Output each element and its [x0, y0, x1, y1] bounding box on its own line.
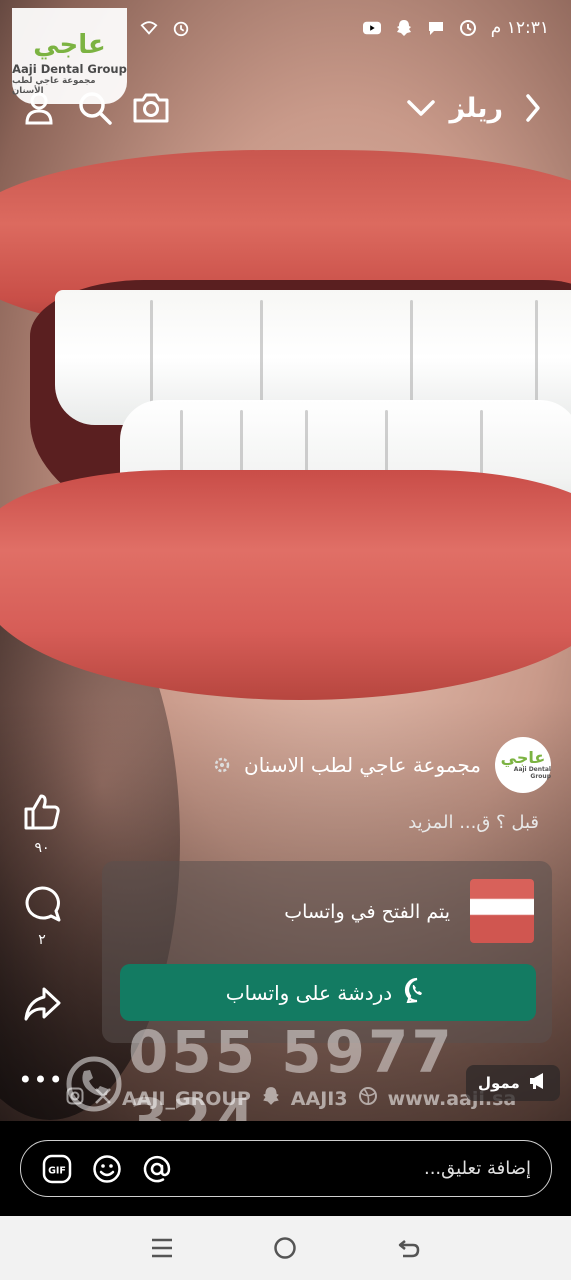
reels-title-label: ريلز — [449, 92, 504, 124]
back-arrow-icon[interactable] — [513, 89, 551, 127]
whatsapp-chat-label: دردشة على واتساب — [225, 980, 393, 1005]
back-icon[interactable] — [389, 1228, 429, 1268]
like-icon[interactable] — [20, 790, 64, 834]
status-left — [140, 19, 190, 37]
post-author[interactable]: عاجي Aaji Dental Group مجموعة عاجي لطب ا… — [214, 737, 551, 793]
more-options-icon[interactable]: ••• — [18, 1065, 62, 1095]
watermark-snap: AAJI3 — [290, 1087, 348, 1110]
camera-icon[interactable] — [132, 89, 170, 127]
home-icon[interactable] — [265, 1228, 305, 1268]
watermark-handle: AAJI_GROUP — [122, 1087, 251, 1110]
lower-lip — [0, 470, 571, 700]
share-icon[interactable] — [20, 982, 64, 1026]
author-name[interactable]: مجموعة عاجي لطب الاسنان — [244, 753, 481, 777]
website-icon — [358, 1086, 378, 1111]
megaphone-icon — [528, 1072, 548, 1094]
like-count: ٩٠ — [34, 840, 50, 856]
chat-icon — [427, 19, 445, 37]
mention-icon[interactable] — [141, 1153, 173, 1185]
ad-thumbnail — [470, 879, 534, 943]
clock-icon — [459, 19, 477, 37]
recent-apps-icon[interactable] — [142, 1228, 182, 1268]
avatar-mark: عاجي — [500, 748, 546, 767]
gif-icon[interactable]: GIF — [41, 1153, 73, 1185]
profile-icon[interactable] — [20, 89, 58, 127]
comment-bar: GIF إضافة تعليق... — [0, 1121, 571, 1216]
reel-actions: ٩٠ ٢ — [18, 790, 66, 1026]
comment-icons: GIF — [41, 1153, 173, 1185]
comment-input[interactable]: GIF إضافة تعليق... — [20, 1140, 552, 1197]
snapchat-icon — [395, 19, 413, 37]
whatsapp-chat-button[interactable]: دردشة على واتساب — [120, 964, 536, 1021]
alarm-icon — [172, 19, 190, 37]
wifi-icon — [140, 19, 158, 37]
sponsored-badge[interactable]: ممول — [466, 1065, 560, 1101]
instagram-icon — [66, 1087, 84, 1110]
reels-title[interactable]: ريلز — [402, 89, 552, 127]
snapchat-ghost-icon — [261, 1086, 281, 1111]
logo-name-en: Aaji Dental Group — [12, 62, 127, 76]
avatar-name: Aaji Dental Group — [513, 766, 551, 780]
post-caption[interactable]: قبل ؟ ق... المزيد — [408, 812, 539, 833]
whatsapp-info-text: يتم الفتح في واتساب — [284, 901, 450, 923]
top-nav: ريلز — [0, 82, 571, 134]
android-nav-bar — [0, 1216, 571, 1280]
search-icon[interactable] — [76, 89, 114, 127]
comment-placeholder: إضافة تعليق... — [423, 1158, 531, 1179]
whatsapp-icon — [404, 977, 430, 1008]
status-time: ١٢:٣١ م — [490, 18, 549, 38]
sponsored-label: ممول — [478, 1074, 520, 1092]
avatar[interactable]: عاجي Aaji Dental Group — [495, 737, 551, 793]
logo-mark: عاجي — [33, 30, 106, 60]
status-right: ١٢:٣١ م — [362, 18, 549, 38]
globe-icon — [214, 757, 230, 773]
comment-icon[interactable] — [20, 882, 64, 926]
watermark-socials: AAJI_GROUP AAJI3 www.aaji.sa — [66, 1086, 516, 1111]
youtube-icon — [362, 19, 381, 37]
x-icon — [94, 1087, 112, 1110]
chevron-down-icon[interactable] — [402, 89, 440, 127]
nav-icons — [20, 89, 170, 127]
comment-count: ٢ — [38, 932, 46, 948]
emoji-icon[interactable] — [91, 1153, 123, 1185]
svg-text:GIF: GIF — [48, 1165, 66, 1176]
whatsapp-ad-card[interactable]: يتم الفتح في واتساب دردشة على واتساب — [102, 861, 552, 1043]
